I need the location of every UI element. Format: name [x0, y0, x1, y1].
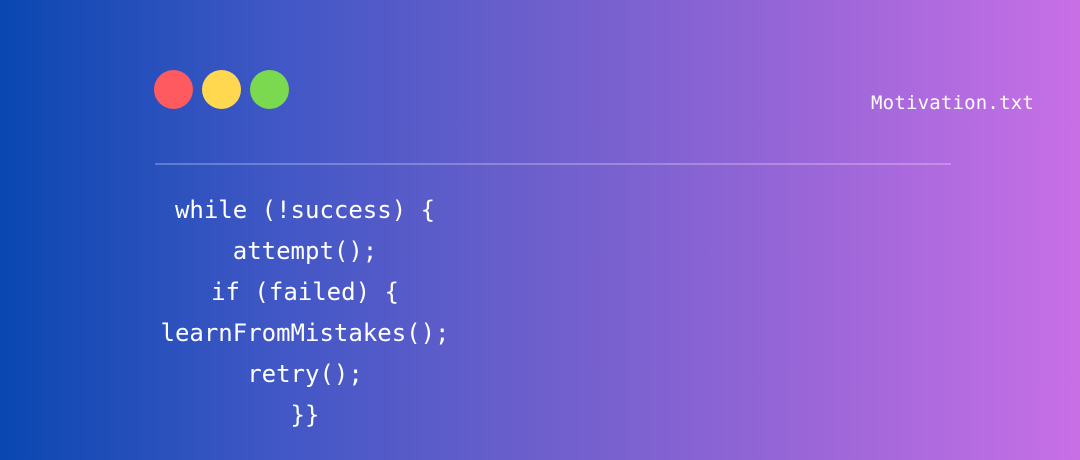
- code-line: attempt();: [232, 237, 378, 265]
- code-window: Motivation.txt while (!success) { attemp…: [0, 0, 1080, 460]
- code-line: retry();: [247, 360, 363, 388]
- code-line: if (failed) {: [211, 278, 399, 306]
- file-name: Motivation.txt: [871, 92, 1034, 114]
- code-line: }}: [290, 401, 320, 429]
- code-line: while (!success) {: [174, 196, 436, 224]
- code-line: learnFromMistakes();: [160, 319, 450, 347]
- minimize-dot-icon[interactable]: [202, 70, 241, 109]
- code-block: while (!success) { attempt(); if (failed…: [145, 190, 465, 436]
- window-controls: [154, 70, 289, 109]
- maximize-dot-icon[interactable]: [250, 70, 289, 109]
- close-dot-icon[interactable]: [154, 70, 193, 109]
- header-divider: [155, 163, 951, 165]
